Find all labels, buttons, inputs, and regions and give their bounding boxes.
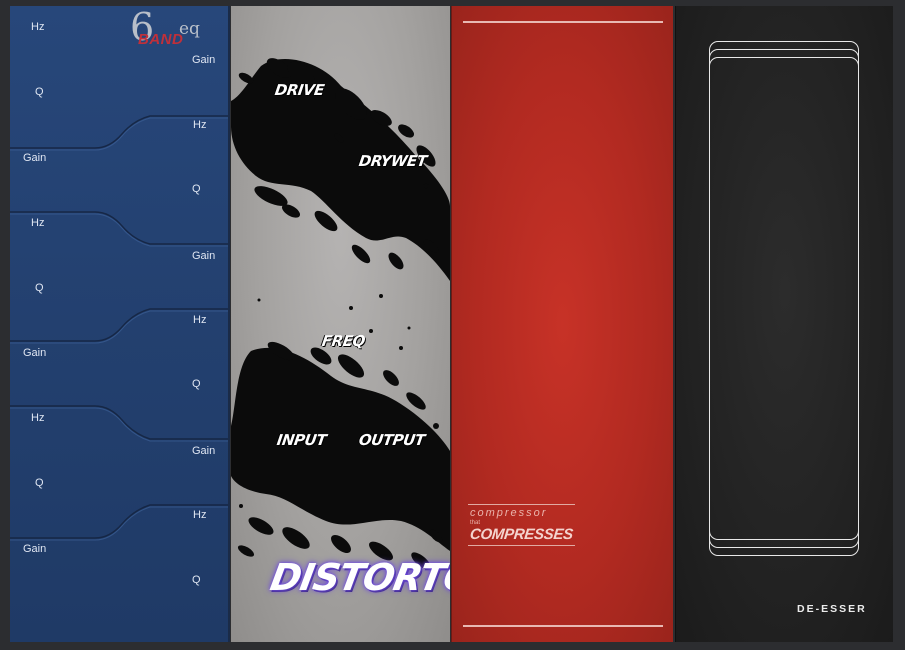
band4-gain-label: Gain <box>192 250 216 262</box>
distortor-panel: DRIVE DRYWET FREQ INPUT OUTPUT DISTORTOR <box>231 6 450 642</box>
band1-hz-label: Hz <box>31 21 45 33</box>
band5-gain-label: Gain <box>23 543 47 555</box>
band1-gain-label: Gain <box>23 152 47 164</box>
band4-hz-label: Hz <box>193 314 207 326</box>
de-esser-panel: DE-ESSER <box>675 6 893 642</box>
band3-q-label: Q <box>35 282 44 294</box>
drywet-knob-label[interactable]: DRYWET <box>358 152 428 170</box>
band3-hz-label: Hz <box>31 217 45 229</box>
compressor-bottom-divider <box>463 625 663 627</box>
band3-gain-label: Gain <box>23 347 47 359</box>
band6-q-label: Q <box>192 574 201 586</box>
drive-knob-label[interactable]: DRIVE <box>274 81 325 99</box>
band2-hz-label: Hz <box>193 119 207 131</box>
ink-splatter-graphic <box>231 58 450 570</box>
compressor-top-divider <box>463 21 663 23</box>
input-knob-label[interactable]: INPUT <box>276 431 328 449</box>
compressor-logo-line1: compressor <box>470 507 548 519</box>
band6-hz-label: Hz <box>193 509 207 521</box>
band2-gain-label: Gain <box>192 54 216 66</box>
band2-q-label: Q <box>192 183 201 195</box>
eq-logo-eq: eq <box>179 19 200 39</box>
six-band-eq-panel: 6 BAND eq Hz Q Gain Gain Hz Q Hz Q Gain … <box>10 6 230 642</box>
band5-hz-label: Hz <box>31 412 45 424</box>
output-knob-label[interactable]: OUTPUT <box>358 431 426 449</box>
de-esser-title: DE-ESSER <box>797 603 867 615</box>
band1-q-label: Q <box>35 86 44 98</box>
compressor-logo: compressor that COMPRESSES <box>468 504 575 546</box>
eq-logo-band: BAND <box>138 31 184 48</box>
band4-q-label: Q <box>192 378 201 390</box>
freq-knob-label[interactable]: FREQ <box>321 332 366 350</box>
compressor-panel: compressor that COMPRESSES <box>451 6 673 642</box>
de-esser-meter-frame-inner[interactable] <box>709 57 859 540</box>
distortor-title: DISTORTOR <box>267 556 450 599</box>
band5-q-label: Q <box>35 477 44 489</box>
band6-gain-label: Gain <box>192 445 216 457</box>
compressor-logo-line3: COMPRESSES <box>469 526 574 543</box>
